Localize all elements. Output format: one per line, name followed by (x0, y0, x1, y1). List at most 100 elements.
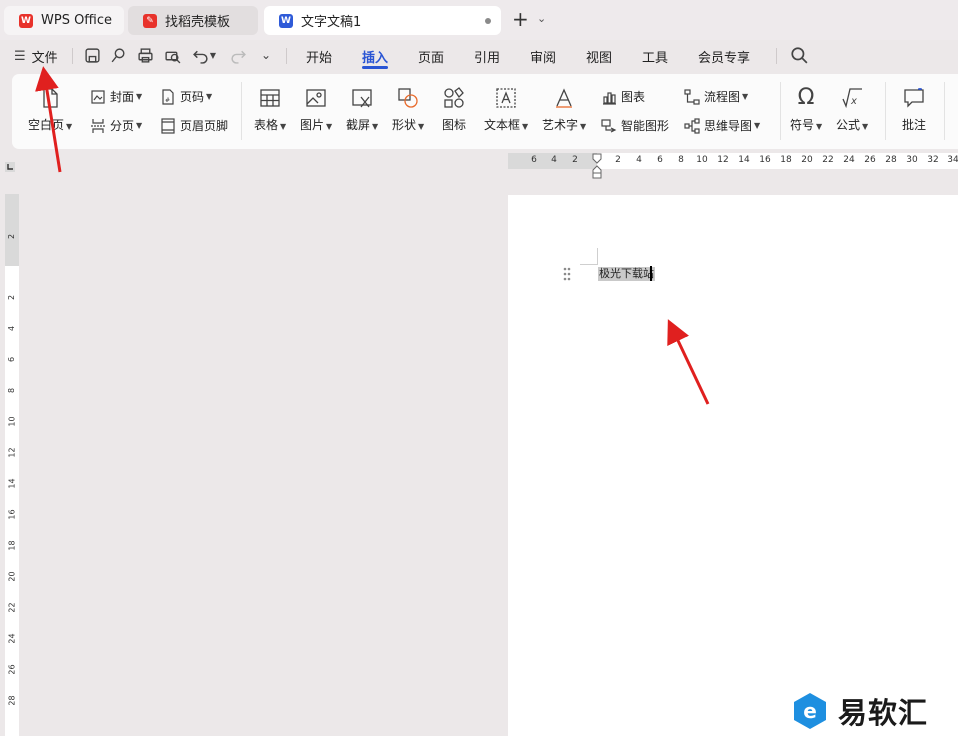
tab-insert[interactable]: 插入 (362, 47, 388, 66)
ruler-tick-label: 6 (531, 155, 537, 165)
picture-icon (304, 86, 328, 110)
ruler-tick-label: 6 (657, 155, 663, 165)
word-art-button[interactable]: 艺术字 ▼ (542, 86, 586, 133)
chevron-down-icon: ▼ (280, 122, 287, 131)
tab-docer-templates[interactable]: ✎ 找稻壳模板 (128, 6, 258, 35)
tab-document[interactable]: W 文字文稿1 (264, 6, 501, 35)
tab-review[interactable]: 审阅 (530, 47, 556, 66)
print-icon[interactable] (135, 45, 155, 65)
formula-button[interactable]: x 公式 ▼ (836, 86, 868, 133)
chevron-down-icon: ▼ (580, 122, 587, 131)
formula-label: 公式 (836, 118, 861, 132)
watermark: e 易软汇 (790, 690, 950, 732)
table-button[interactable]: 表格 ▼ (254, 86, 286, 133)
chart-button[interactable]: 图表 (601, 88, 645, 105)
selected-document-text[interactable]: 极光下载站 (598, 267, 655, 281)
horizontal-ruler[interactable]: 6 4 2 2 4 6 8 10 12 14 16 18 20 22 24 26… (508, 153, 958, 169)
chevron-down-icon[interactable]: ▼ (207, 45, 219, 65)
header-footer-button[interactable]: 页眉页脚 (160, 117, 228, 134)
mind-map-button[interactable]: 思维导图 ▼ (684, 117, 760, 134)
blank-page-icon (38, 86, 62, 110)
ruler-tick-label: 30 (906, 155, 918, 165)
symbol-label: 符号 (790, 118, 815, 132)
blank-page-button[interactable]: 空白页 ▼ (28, 86, 72, 133)
cover-button[interactable]: 封面 ▼ (90, 88, 142, 105)
blank-page-label: 空白页 (28, 118, 65, 132)
print-preview-icon[interactable] (162, 45, 182, 65)
shape-icon (396, 86, 420, 110)
svg-text:#: # (165, 97, 170, 104)
new-tab-button[interactable]: + (512, 9, 529, 29)
file-menu-button[interactable]: ☰ 文件 (14, 46, 58, 66)
ruler-tick-label: 24 (7, 633, 17, 644)
ruler-tick-label: 32 (927, 155, 939, 165)
icon-library-label: 图标 (442, 118, 467, 132)
picture-button[interactable]: 图片 ▼ (300, 86, 332, 133)
tab-page[interactable]: 页面 (418, 47, 444, 66)
shape-button[interactable]: 形状 ▼ (392, 86, 424, 133)
comment-label: 批注 (902, 118, 927, 132)
ruler-tick-label: 26 (7, 664, 17, 675)
divider (286, 48, 287, 64)
page-break-label: 分页 (110, 119, 135, 133)
ruler-tick-label: 34 (947, 155, 958, 165)
save-icon[interactable] (82, 45, 102, 65)
chevron-down-icon: ▼ (522, 122, 529, 131)
symbol-button[interactable]: Ω 符号 ▼ (790, 86, 822, 133)
insert-ribbon: 空白页 ▼ 封面 ▼ 分页 ▼ # 页码 ▼ 页眉页脚 表格 ▼ 图片 ▼ 截屏 ▼ 形状 ▼ … (12, 74, 958, 149)
tab-label: 文字文稿1 (301, 15, 362, 30)
ruler-tick-label: 18 (7, 540, 17, 551)
tab-view[interactable]: 视图 (586, 47, 612, 66)
hanging-indent-marker[interactable] (592, 164, 602, 179)
smart-art-icon (601, 118, 617, 134)
page-break-button[interactable]: 分页 ▼ (90, 117, 142, 134)
redo-icon[interactable] (228, 45, 248, 65)
ruler-tick-label: 4 (551, 155, 557, 165)
document-page[interactable] (508, 195, 958, 736)
vertical-ruler[interactable]: 2 2 4 6 8 10 12 14 16 18 20 22 24 26 28 (5, 194, 19, 736)
ruler-tick-label: 26 (864, 155, 876, 165)
drag-handle-icon[interactable] (562, 266, 572, 281)
flowchart-label: 流程图 (704, 90, 741, 104)
ruler-tick-label: 28 (7, 695, 17, 706)
text-box-label: 文本框 (484, 118, 521, 132)
screenshot-button[interactable]: 截屏 ▼ (346, 86, 378, 133)
icon-library-button[interactable]: 图标 (442, 86, 466, 133)
ruler-tick-label: 2 (572, 155, 578, 165)
omega-icon: Ω (797, 85, 815, 110)
header-footer-icon (160, 117, 176, 134)
hamburger-icon: ☰ (14, 48, 26, 64)
search-icon[interactable] (790, 46, 810, 66)
file-menu-label: 文件 (31, 50, 58, 66)
tab-membership[interactable]: 会员专享 (698, 47, 750, 66)
table-icon (258, 86, 282, 110)
page-number-button[interactable]: # 页码 ▼ (160, 88, 212, 105)
flowchart-button[interactable]: 流程图 ▼ (684, 88, 748, 105)
ruler-tick-label: 22 (7, 602, 17, 613)
first-line-indent-marker[interactable] (592, 149, 602, 164)
tab-home[interactable]: 开始 (306, 47, 332, 66)
smart-art-button[interactable]: 智能图形 (601, 117, 669, 134)
margin-corner-mark (580, 264, 597, 265)
svg-text:e: e (803, 699, 817, 723)
ruler-tick-label: 6 (7, 356, 17, 363)
ribbon-divider (241, 82, 242, 140)
ribbon-divider (944, 82, 945, 140)
text-box-button[interactable]: 文本框 ▼ (484, 86, 528, 133)
screenshot-label: 截屏 (346, 118, 371, 132)
format-painter-icon[interactable] (108, 45, 128, 65)
tab-stop-selector[interactable] (5, 157, 15, 172)
tab-references[interactable]: 引用 (474, 47, 500, 66)
header-footer-label: 页眉页脚 (180, 119, 229, 133)
ruler-tick-label: 16 (759, 155, 771, 165)
tab-tools[interactable]: 工具 (642, 47, 668, 66)
mind-map-icon (684, 117, 700, 134)
comment-button[interactable]: 批注 (902, 86, 926, 133)
title-tab-bar: W WPS Office ✎ 找稻壳模板 W 文字文稿1 + ⌄ (0, 0, 958, 40)
ruler-tick-label: 16 (7, 509, 17, 520)
chevron-down-icon: ▼ (66, 122, 73, 131)
chevron-down-icon[interactable]: ⌄ (537, 12, 546, 25)
more-chevron-icon[interactable]: ⌄ (256, 45, 276, 65)
tab-wps-office[interactable]: W WPS Office (4, 6, 124, 35)
ruler-tick-label: 4 (7, 325, 17, 332)
